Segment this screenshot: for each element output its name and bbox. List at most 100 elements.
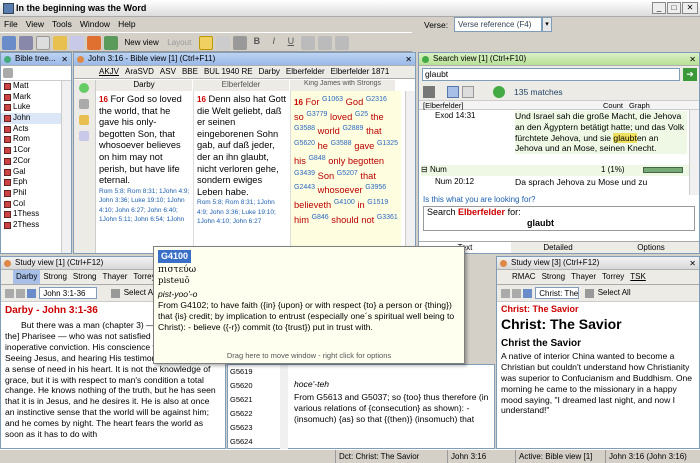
kjv-word[interactable]: that [366, 126, 382, 136]
tree-view-icon[interactable] [462, 86, 474, 98]
font-color-icon[interactable] [232, 36, 247, 50]
font-icon[interactable] [215, 36, 230, 50]
kjv-word[interactable]: Son [318, 171, 335, 181]
refresh-icon[interactable] [523, 288, 532, 298]
bookmark-icon[interactable] [53, 36, 67, 50]
strongs-link[interactable]: G3439 [294, 169, 315, 176]
tab-strong[interactable]: Strong [40, 270, 70, 284]
back-icon[interactable] [501, 288, 510, 298]
forward-icon[interactable] [16, 288, 25, 298]
find-icon[interactable] [70, 36, 84, 50]
strongs-link[interactable]: G3361 [377, 214, 398, 221]
underline-icon[interactable]: U [284, 36, 298, 50]
cross-refs[interactable]: Rom 5:8; Rom 8:31; 1John 4:9; John 3:36;… [99, 187, 190, 225]
tab-elberfelder[interactable]: Elberfelder [283, 66, 328, 78]
bold-icon[interactable]: B [250, 36, 264, 50]
tab-rmac[interactable]: RMAC [509, 270, 539, 284]
range-select[interactable]: Christ: The [535, 287, 580, 299]
scrollbar[interactable] [61, 81, 71, 253]
suggest-term[interactable]: glaubt [527, 218, 554, 228]
tab-elberfelder-1871[interactable]: Elberfelder 1871 [328, 66, 393, 78]
kjv-word[interactable]: the [371, 112, 384, 122]
strongs-link[interactable]: G2889 [342, 125, 363, 132]
tab-darby[interactable]: Darby [13, 270, 41, 284]
kjv-word[interactable]: only begotten [328, 156, 384, 166]
strongs-link[interactable]: G848 [308, 155, 325, 162]
list-item[interactable]: G5623 [230, 421, 287, 435]
tab-bul[interactable]: BUL 1940 RE [201, 66, 256, 78]
copy-icon[interactable] [36, 36, 50, 50]
refresh-icon[interactable] [27, 288, 36, 298]
minimize-button[interactable]: _ [652, 2, 666, 14]
tab-tsk[interactable]: TSK [627, 270, 649, 284]
result-ref[interactable]: Exod 14:31 [435, 111, 475, 122]
list-icon[interactable] [334, 36, 349, 50]
scrollbar[interactable] [280, 365, 288, 450]
menu-file[interactable]: File [0, 17, 22, 31]
kjv-word[interactable]: world [318, 126, 340, 136]
kjv-word[interactable]: For [306, 97, 320, 107]
strongs-link[interactable]: G25 [355, 111, 368, 118]
italic-icon[interactable]: I [267, 36, 281, 50]
copy-icon[interactable] [585, 288, 595, 298]
tab-torrey[interactable]: Torrey [599, 270, 627, 284]
list-item[interactable]: G5622 [230, 407, 287, 421]
col-module[interactable]: [Elberfelder] [423, 101, 463, 110]
list-item[interactable]: G5621 [230, 393, 287, 407]
strongs-link[interactable]: G3588 [331, 140, 352, 147]
kjv-word[interactable]: God [346, 97, 364, 107]
kjv-word[interactable]: in [357, 200, 364, 210]
strongs-tooltip[interactable]: G4100 πιστεύω pisteuō pist-yoo'-o From G… [153, 246, 465, 364]
strongs-link[interactable]: G5207 [337, 169, 358, 176]
menu-help[interactable]: Help [114, 17, 139, 31]
menu-tools[interactable]: Tools [48, 17, 76, 31]
select-all-button[interactable]: Select All [124, 288, 157, 297]
copy-icon[interactable] [111, 288, 121, 298]
bookmark-icon[interactable] [79, 115, 89, 125]
maximize-button[interactable]: □ [667, 2, 681, 14]
close-icon[interactable]: ✕ [61, 54, 68, 66]
strongs-link[interactable]: G2316 [366, 96, 387, 103]
suggest-module[interactable]: Elberfelder [458, 207, 505, 217]
close-icon[interactable]: ✕ [405, 54, 412, 66]
verse-text[interactable]: Denn also hat Gott die Welt geliebt, daß… [197, 94, 286, 197]
strongs-link[interactable]: G846 [312, 214, 329, 221]
scrollbar[interactable] [405, 91, 415, 253]
strongs-link[interactable]: G3588 [294, 125, 315, 132]
list-item[interactable]: G5620 [230, 379, 287, 393]
col-graph[interactable]: Graph [629, 101, 650, 110]
grid-icon[interactable] [79, 99, 89, 109]
verse-text[interactable]: For God so loved the world, that he gave… [99, 94, 182, 185]
verse-input[interactable]: Verse reference (F4) [454, 17, 542, 32]
tab-thayer[interactable]: Thayer [568, 270, 599, 284]
menu-window[interactable]: Window [76, 17, 114, 31]
kjv-word[interactable]: he [318, 141, 328, 151]
close-button[interactable]: ✕ [682, 2, 698, 14]
expand-icon[interactable]: ⊟ [421, 165, 428, 174]
tab-strong[interactable]: Strong [539, 270, 569, 284]
cross-refs[interactable]: Rom 5:8; Rom 8:31; 1John 4:9; John 3:36;… [197, 198, 287, 227]
verse-number[interactable]: 16 [197, 95, 206, 104]
list-item[interactable]: G5619 [230, 365, 287, 379]
grid-icon[interactable] [104, 36, 118, 50]
strongs-words[interactable]: For G1063 God G2316 so G3779 loved G25 t… [294, 96, 398, 225]
strongs-link[interactable]: G4100 [334, 199, 355, 206]
strongs-link[interactable]: G1519 [367, 199, 388, 206]
strongs-link[interactable]: G3779 [306, 111, 327, 118]
scrollbar[interactable] [689, 110, 699, 195]
result-text[interactable]: Da sprach Jehova zu Mose und zu [515, 177, 687, 188]
suggestion-box[interactable]: Search Elberfelder for: glaubt [423, 206, 695, 231]
tab-strong-2[interactable]: Strong [70, 270, 100, 284]
tab-bbe[interactable]: BBE [179, 66, 201, 78]
kjv-word[interactable]: should not [331, 215, 374, 225]
col-count[interactable]: Count [603, 101, 623, 110]
new-view-button[interactable]: New view [122, 38, 162, 47]
list-item[interactable]: G5624 [230, 435, 287, 449]
layout-button[interactable]: Layout [164, 38, 194, 47]
kjv-word[interactable]: believeth [294, 200, 331, 210]
print-icon[interactable] [19, 36, 33, 50]
zoom-icon[interactable] [79, 131, 89, 141]
close-icon[interactable]: ✕ [689, 258, 696, 270]
range-select[interactable]: John 3:1-36 [39, 287, 98, 299]
strongs-definition[interactable]: From G5613 and G5037; so {too} thus ther… [294, 390, 492, 425]
